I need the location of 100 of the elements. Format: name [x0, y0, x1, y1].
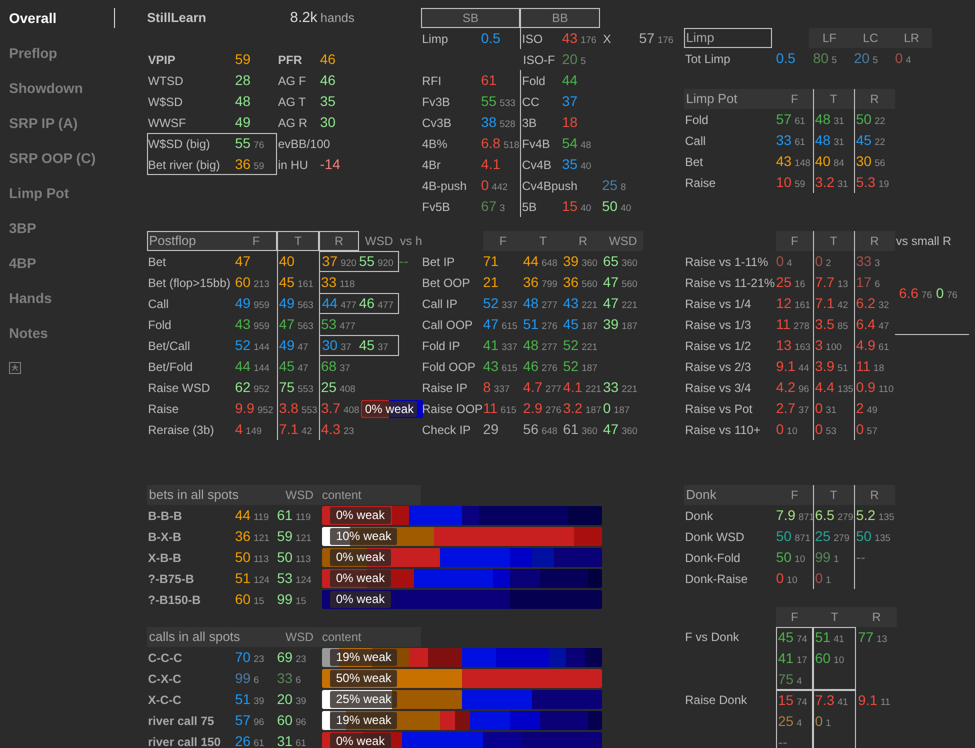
- stat-value: 4.2: [776, 379, 796, 395]
- stat-label: X-C-C: [147, 692, 182, 708]
- column-header: R: [854, 89, 895, 109]
- stat-label: Bet: [147, 254, 168, 270]
- sample-count: 560: [622, 279, 638, 290]
- stat-label: Raise vs Pot: [684, 400, 754, 418]
- sample-count: 10: [786, 575, 798, 586]
- stat-value: 46: [320, 72, 336, 88]
- sample-count: 121: [254, 533, 270, 544]
- sidebar-item[interactable]: SRP OOP (C): [0, 148, 115, 168]
- bar-label: 25% weak: [330, 691, 398, 708]
- sample-count: 176: [658, 35, 674, 46]
- sidebar-item[interactable]: Overall: [0, 8, 115, 28]
- stat-label: Raise vs 1/2: [684, 338, 752, 354]
- stat-label: VPIP: [147, 52, 176, 68]
- sidebar-item[interactable]: Limp Pot: [0, 183, 115, 203]
- sidebar-item[interactable]: Showdown: [0, 78, 115, 98]
- stat-value: 0: [815, 421, 823, 437]
- sample-count: 18: [874, 363, 884, 374]
- stat-value: 48: [523, 337, 539, 353]
- stat-value: 11: [856, 358, 871, 374]
- stat-label: Check IP: [421, 422, 472, 438]
- sample-count: 57: [866, 426, 878, 437]
- stat-label: Bet IP: [421, 254, 456, 270]
- sample-count: 187: [582, 363, 598, 374]
- stat-value: 9.1: [858, 692, 878, 708]
- sample-count: 337: [494, 384, 510, 395]
- stat-label: 3B: [520, 112, 562, 133]
- stat-label: 4Br: [421, 156, 442, 174]
- stat-value: 52: [563, 358, 579, 374]
- stat-value: 99: [235, 670, 251, 686]
- stat-value: 10: [776, 174, 792, 190]
- column-header: F: [790, 609, 800, 626]
- stat-value: 44: [562, 72, 578, 88]
- stat-value: 51: [523, 316, 539, 332]
- sample-count: 56: [874, 158, 886, 169]
- stat-label: Donk-Raise: [684, 570, 749, 588]
- stat-value: 7.1: [815, 295, 834, 311]
- sample-count: 61: [254, 738, 264, 748]
- section-title: Limp Pot: [685, 90, 738, 108]
- sidebar-item[interactable]: 3BP: [0, 218, 115, 238]
- stat-value: 60: [235, 591, 251, 607]
- sidebar-item[interactable]: SRP IP (A): [0, 113, 115, 133]
- sample-count: 952: [257, 405, 274, 416]
- sample-count: 40: [580, 161, 592, 172]
- sample-count: 47: [298, 363, 308, 374]
- stat-label: AG R: [277, 114, 308, 132]
- sample-count: 8: [620, 182, 626, 193]
- stat-value: 17: [856, 274, 872, 290]
- stat-label: Call: [147, 296, 170, 312]
- stat-value: 0.5: [776, 50, 796, 66]
- player-name: StillLearn: [147, 9, 208, 27]
- stat-value: 15: [562, 198, 578, 214]
- stat-value: 55: [481, 93, 497, 109]
- sample-count: 31: [834, 137, 844, 148]
- stat-label: F vs Donk: [684, 629, 740, 646]
- sidebar-item[interactable]: Preflop: [0, 43, 115, 63]
- sample-count: 360: [582, 258, 598, 269]
- stat-value: 44: [523, 253, 539, 269]
- stat-value: 99: [277, 591, 293, 607]
- sample-count: 871: [794, 533, 810, 544]
- section-title: calls in all spots: [148, 628, 242, 646]
- sample-count: 360: [622, 426, 638, 437]
- sample-count: 76: [946, 290, 958, 300]
- stat-label: Call IP: [421, 296, 458, 312]
- stat-value: 4.4: [815, 379, 834, 395]
- stat-value: 9.9: [235, 400, 254, 416]
- sample-count: 37: [798, 405, 810, 416]
- stat-value: 52: [483, 295, 499, 311]
- stat-value: 52: [563, 337, 579, 353]
- stat-label: Reraise (3b): [147, 422, 216, 438]
- stat-value: 61: [277, 507, 293, 523]
- sample-count: 161: [794, 300, 810, 311]
- sample-count: 221: [585, 384, 602, 395]
- stat-label: Fv3B: [421, 94, 452, 110]
- sample-count: 477: [378, 300, 394, 311]
- stat-value: 37: [322, 253, 338, 269]
- stat-label: Call OOP: [421, 316, 474, 334]
- sample-count: 144: [254, 342, 270, 353]
- sidebar-item[interactable]: Hands: [0, 288, 115, 308]
- sidebar-item[interactable]: Notes: [0, 323, 115, 343]
- sample-count: 221: [582, 342, 598, 353]
- sample-count: 6: [254, 675, 259, 686]
- stat-value: 6.2: [856, 295, 876, 311]
- stat-value: 57: [235, 712, 251, 728]
- sample-count: 16: [794, 279, 806, 290]
- stat-value: 4.7: [523, 379, 542, 395]
- column-header: T: [813, 231, 854, 251]
- stat-value: -14: [320, 156, 340, 172]
- sidebar-item[interactable]: 4BP: [0, 253, 115, 273]
- column-header: WSD: [608, 233, 638, 250]
- sample-count: 61: [794, 137, 806, 148]
- bar-label: 0% weak: [330, 549, 391, 566]
- sample-count: 59: [794, 179, 806, 190]
- sample-count: 187: [614, 405, 630, 416]
- stat-value: 2: [856, 400, 864, 416]
- stat-label: Raise WSD: [147, 380, 212, 396]
- sample-count: 518: [503, 140, 520, 151]
- stat-value: 50: [776, 549, 792, 565]
- stat-value: 61: [563, 421, 579, 437]
